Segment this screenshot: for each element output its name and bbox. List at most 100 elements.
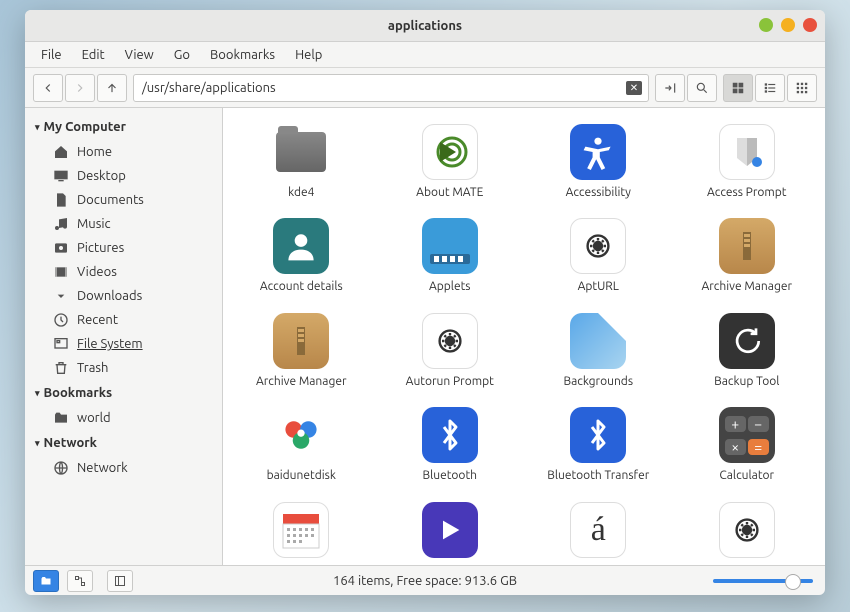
tree-pane-button[interactable]	[67, 570, 93, 592]
sidebar-item-music[interactable]: Music	[25, 212, 222, 236]
window-controls	[759, 18, 817, 32]
baidu-icon	[273, 407, 329, 463]
app-item-archive-manager[interactable]: Archive Manager	[677, 218, 818, 294]
app-label: Accessibility	[566, 186, 631, 200]
app-item-calculator[interactable]: +−×=Calculator	[677, 407, 818, 483]
autorun-icon	[422, 313, 478, 369]
sidebar-item-pictures[interactable]: Pictures	[25, 236, 222, 260]
music-icon	[53, 216, 69, 232]
icon-view-button[interactable]	[723, 74, 753, 102]
sidebar-item-label: Pictures	[77, 241, 124, 255]
sidebar-item-recent[interactable]: Recent	[25, 308, 222, 332]
app-item-autorun-prompt[interactable]: Autorun Prompt	[380, 313, 521, 389]
app-item-backgrounds[interactable]: Backgrounds	[528, 313, 669, 389]
menu-file[interactable]: File	[33, 45, 70, 65]
sidebar-item-label: File System	[77, 337, 143, 351]
up-button[interactable]	[97, 74, 127, 102]
menu-bookmarks[interactable]: Bookmarks	[202, 45, 283, 65]
app-item-bluetooth[interactable]: Bluetooth	[380, 407, 521, 483]
app-item-about-mate[interactable]: About MATE	[380, 124, 521, 200]
home-icon	[53, 144, 69, 160]
toggle-sidebar-button[interactable]	[107, 570, 133, 592]
forward-button[interactable]	[65, 74, 95, 102]
search-button[interactable]	[687, 74, 717, 102]
sidebar-section-bookmarks[interactable]: Bookmarks	[25, 380, 222, 406]
menu-go[interactable]: Go	[166, 45, 198, 65]
net-icon	[53, 460, 69, 476]
app-label: Archive Manager	[701, 280, 792, 294]
sidebar-section-network[interactable]: Network	[25, 430, 222, 456]
window-title: applications	[388, 19, 462, 33]
location-bar[interactable]: /usr/share/applications ✕	[133, 74, 649, 102]
recent-icon	[53, 312, 69, 328]
app-label: About MATE	[416, 186, 483, 200]
app-item-accessibility[interactable]: Accessibility	[528, 124, 669, 200]
app-label: Applets	[429, 280, 471, 294]
app-label: AptURL	[578, 280, 619, 294]
content-area[interactable]: kde4 About MATE Accessibility Access Prompt…	[223, 108, 825, 565]
mate-icon	[422, 124, 478, 180]
app-item-apturl[interactable]: AptURL	[528, 218, 669, 294]
path-text: /usr/share/applications	[142, 81, 276, 95]
app-item-gear2[interactable]	[677, 502, 818, 564]
sidebar-item-label: Desktop	[77, 169, 126, 183]
sidebar-item-documents[interactable]: Documents	[25, 188, 222, 212]
app-item-kde4[interactable]: kde4	[231, 124, 372, 200]
app-label: Autorun Prompt	[406, 375, 494, 389]
toggle-path-button[interactable]	[655, 74, 685, 102]
desktop-icon	[53, 168, 69, 184]
access-icon	[570, 124, 626, 180]
sidebar-item-label: Music	[77, 217, 111, 231]
titlebar[interactable]: applications	[25, 10, 825, 42]
sidebar-item-file-system[interactable]: File System	[25, 332, 222, 356]
clear-path-icon[interactable]: ✕	[626, 81, 642, 95]
menu-help[interactable]: Help	[287, 45, 330, 65]
close-button[interactable]	[803, 18, 817, 32]
app-item-cal[interactable]	[231, 502, 372, 564]
menu-view[interactable]: View	[117, 45, 162, 65]
maximize-button[interactable]	[781, 18, 795, 32]
sidebar-item-videos[interactable]: Videos	[25, 260, 222, 284]
app-label: Bluetooth Transfer	[547, 469, 649, 483]
sidebar-item-home[interactable]: Home	[25, 140, 222, 164]
app-item-char[interactable]: á	[528, 502, 669, 564]
sidebar-item-desktop[interactable]: Desktop	[25, 164, 222, 188]
compact-view-button[interactable]	[787, 74, 817, 102]
minimize-button[interactable]	[759, 18, 773, 32]
app-label: Backup Tool	[714, 375, 779, 389]
places-pane-button[interactable]	[33, 570, 59, 592]
cal-icon	[273, 502, 329, 558]
sidebar-item-network[interactable]: Network	[25, 456, 222, 480]
sidebar: My Computer Home Desktop Documents Music Pict…	[25, 108, 223, 565]
pic-icon	[53, 240, 69, 256]
app-item-account-details[interactable]: Account details	[231, 218, 372, 294]
gear2-icon	[719, 502, 775, 558]
app-item-archive-manager[interactable]: Archive Manager	[231, 313, 372, 389]
app-item-baidunetdisk[interactable]: baidunetdisk	[231, 407, 372, 483]
doc-icon	[53, 192, 69, 208]
app-item-backup-tool[interactable]: Backup Tool	[677, 313, 818, 389]
sidebar-item-label: Downloads	[77, 289, 142, 303]
sidebar-section-my-computer[interactable]: My Computer	[25, 114, 222, 140]
prompt-icon	[719, 124, 775, 180]
app-item-applets[interactable]: Applets	[380, 218, 521, 294]
play-icon	[422, 502, 478, 558]
sidebar-item-label: Trash	[77, 361, 108, 375]
menu-edit[interactable]: Edit	[74, 45, 113, 65]
sidebar-item-downloads[interactable]: Downloads	[25, 284, 222, 308]
file-manager-window: applications File Edit View Go Bookmarks…	[25, 10, 825, 595]
list-view-button[interactable]	[755, 74, 785, 102]
account-icon	[273, 218, 329, 274]
zoom-slider[interactable]	[713, 579, 813, 583]
app-label: Archive Manager	[256, 375, 347, 389]
sidebar-item-world[interactable]: world	[25, 406, 222, 430]
app-label: kde4	[288, 186, 314, 200]
back-button[interactable]	[33, 74, 63, 102]
app-item-access-prompt[interactable]: Access Prompt	[677, 124, 818, 200]
fs-icon	[53, 336, 69, 352]
app-item-play[interactable]	[380, 502, 521, 564]
app-item-bluetooth-transfer[interactable]: Bluetooth Transfer	[528, 407, 669, 483]
sidebar-item-label: Home	[77, 145, 112, 159]
sidebar-item-trash[interactable]: Trash	[25, 356, 222, 380]
app-label: Bluetooth	[422, 469, 477, 483]
